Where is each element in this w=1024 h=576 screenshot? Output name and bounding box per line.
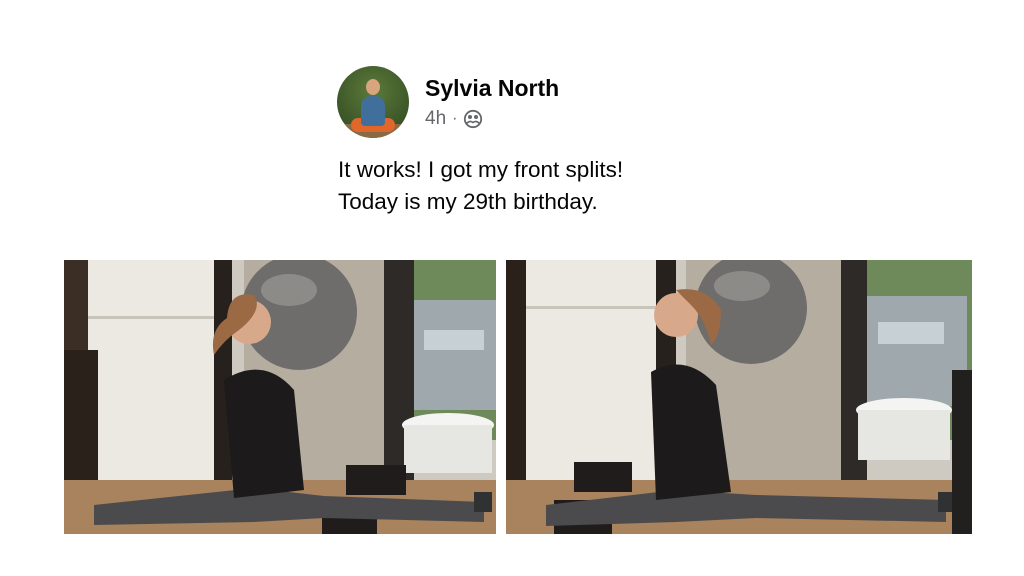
post-text: It works! I got my front splits! Today i… bbox=[338, 154, 623, 218]
photo-splits-2[interactable] bbox=[506, 260, 972, 534]
post-text-line-2: Today is my 29th birthday. bbox=[338, 189, 598, 214]
separator-dot: · bbox=[452, 110, 458, 127]
post-meta: Sylvia North 4h · bbox=[425, 74, 559, 130]
post-subline: 4h · bbox=[425, 108, 559, 130]
post-time[interactable]: 4h bbox=[425, 108, 446, 130]
post-header: Sylvia North 4h · bbox=[337, 66, 559, 138]
friends-icon[interactable] bbox=[463, 109, 483, 129]
avatar[interactable] bbox=[337, 66, 409, 138]
post-text-line-1: It works! I got my front splits! bbox=[338, 157, 624, 182]
photo-splits-1[interactable] bbox=[64, 260, 496, 534]
author-name[interactable]: Sylvia North bbox=[425, 74, 559, 102]
